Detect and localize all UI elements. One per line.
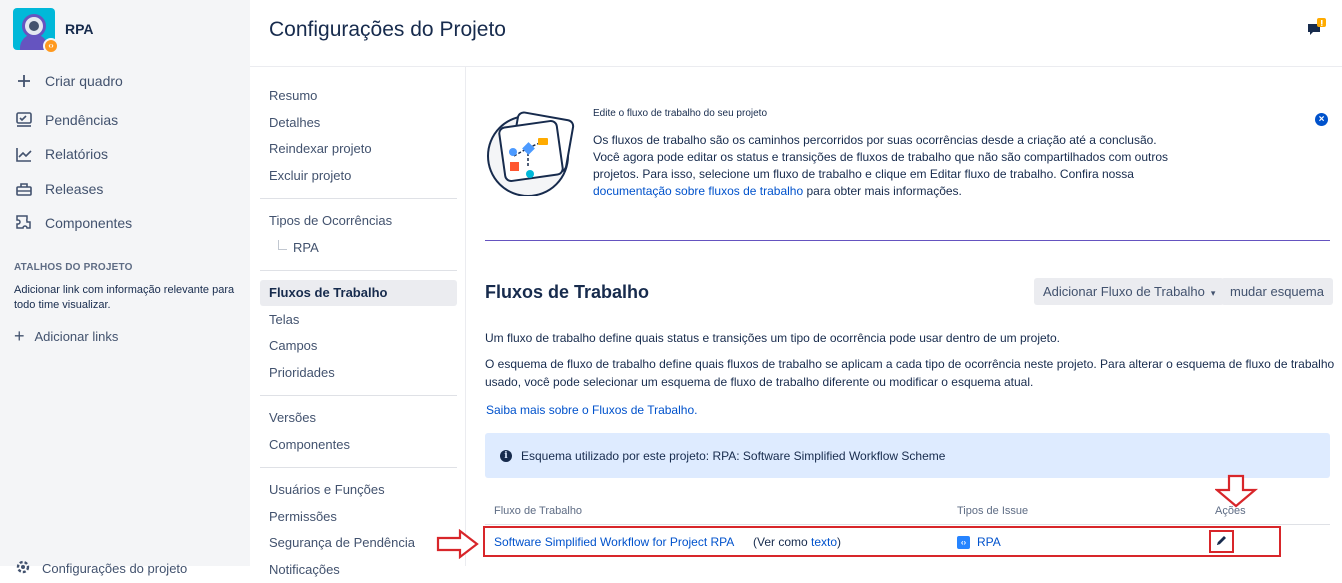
banner-text: Os fluxos de trabalho são os caminhos pe…	[593, 132, 1173, 200]
nav-label: Componentes	[45, 215, 133, 231]
ship-icon	[14, 179, 34, 199]
project-sidebar: ‹› RPA Criar quadro Pendências Relatório…	[0, 0, 250, 576]
workflow-docs-link[interactable]: documentação sobre fluxos de trabalho	[593, 184, 803, 198]
plus-icon: +	[14, 326, 25, 346]
nav-create-board[interactable]: Criar quadro	[14, 70, 123, 92]
edit-workflow-button[interactable]	[1209, 530, 1234, 553]
scheme-info-panel: i Esquema utilizado por este projeto: RP…	[485, 433, 1330, 478]
banner-divider	[485, 240, 1330, 241]
settings-nav-reindex[interactable]: Reindexar projeto	[260, 136, 457, 162]
learn-more-link[interactable]: Saiba mais sobre o Fluxos de Trabalho.	[486, 403, 697, 417]
settings-nav: Resumo Detalhes Reindexar projeto Exclui…	[260, 66, 466, 577]
backlog-icon	[14, 110, 34, 130]
code-badge-icon: ‹›	[43, 38, 59, 54]
change-scheme-button[interactable]: mudar esquema	[1221, 278, 1333, 305]
chevron-down-icon: ▾	[1210, 288, 1216, 298]
settings-nav-permissions[interactable]: Permissões	[260, 504, 457, 530]
issue-type-label: RPA	[293, 240, 319, 255]
gear-icon	[14, 558, 32, 579]
workflow-illustration-icon	[484, 108, 580, 197]
plus-icon	[14, 71, 34, 91]
banner-title: Edite o fluxo de trabalho do seu projeto	[593, 108, 768, 119]
right-arrow-icon	[436, 529, 479, 559]
nav-reports[interactable]: Relatórios	[14, 143, 108, 165]
nav-label: Pendências	[45, 112, 119, 128]
settings-nav-priorities[interactable]: Prioridades	[260, 360, 457, 386]
nav-label: Releases	[45, 181, 104, 197]
nav-label: Relatórios	[45, 146, 109, 162]
project-settings-label: Configurações do projeto	[42, 561, 188, 576]
tree-elbow	[278, 240, 287, 250]
issue-type-cell[interactable]: ‹› RPA	[957, 535, 1001, 549]
settings-nav-users-roles[interactable]: Usuários e Funções	[260, 477, 457, 503]
issue-type-label: RPA	[977, 535, 1001, 549]
settings-nav-summary[interactable]: Resumo	[260, 83, 457, 109]
add-workflow-button[interactable]: Adicionar Fluxo de Trabalho ▾	[1034, 278, 1225, 305]
settings-nav-versions[interactable]: Versões	[260, 405, 457, 431]
project-header[interactable]: ‹› RPA	[13, 8, 94, 54]
divider	[260, 467, 457, 468]
divider	[260, 395, 457, 396]
add-workflow-label: Adicionar Fluxo de Trabalho	[1043, 284, 1205, 299]
project-name: RPA	[65, 21, 94, 37]
close-icon[interactable]: ×	[1315, 113, 1328, 126]
shortcuts-title: ATALHOS DO PROJETO	[14, 262, 133, 273]
settings-nav-issue-type-rpa[interactable]: RPA	[260, 235, 457, 261]
workflow-name-link[interactable]: Software Simplified Workflow for Project…	[494, 535, 734, 549]
project-avatar: ‹›	[13, 8, 59, 54]
pencil-icon	[1215, 534, 1228, 550]
page-title: Configurações do Projeto	[269, 18, 506, 41]
info-icon: i	[500, 450, 512, 462]
nav-backlog[interactable]: Pendências	[14, 109, 118, 131]
settings-nav-notifications[interactable]: Notificações	[260, 557, 457, 583]
workflow-description: Um fluxo de trabalho define quais status…	[485, 331, 1060, 345]
divider	[260, 270, 457, 271]
column-header-issue-types: Tipos de Issue	[957, 505, 1029, 517]
view-as-text-link[interactable]: texto	[811, 535, 837, 549]
settings-nav-components[interactable]: Componentes	[260, 432, 457, 458]
table-header-divider	[485, 524, 1330, 525]
component-icon	[14, 213, 34, 233]
nav-label: Criar quadro	[45, 73, 123, 89]
settings-nav-issue-types[interactable]: Tipos de Ocorrências	[260, 208, 457, 234]
nav-releases[interactable]: Releases	[14, 178, 103, 200]
view-as-suffix: )	[837, 535, 842, 549]
shortcuts-description: Adicionar link com informação relevante …	[14, 284, 235, 311]
settings-nav-issue-security[interactable]: Segurança de Pendência	[260, 530, 457, 556]
settings-nav-delete[interactable]: Excluir projeto	[260, 163, 457, 189]
scheme-info-text: Esquema utilizado por este projeto: RPA:…	[521, 449, 946, 463]
scheme-description: O esquema de fluxo de trabalho define qu…	[485, 357, 1335, 389]
feedback-icon[interactable]	[1306, 18, 1328, 38]
settings-nav-screens[interactable]: Telas	[260, 307, 457, 333]
code-icon: ‹›	[957, 535, 970, 549]
banner-text-after: para obter mais informações.	[803, 184, 962, 198]
section-title: Fluxos de Trabalho	[485, 282, 650, 302]
column-header-workflow: Fluxo de Trabalho	[494, 505, 583, 517]
reports-icon	[14, 144, 34, 164]
settings-nav-fields[interactable]: Campos	[260, 333, 457, 359]
add-links-label: Adicionar links	[34, 328, 119, 344]
settings-nav-workflows[interactable]: Fluxos de Trabalho	[260, 280, 457, 306]
view-as-text: (Ver como texto)	[753, 535, 841, 549]
banner-text-before: Os fluxos de trabalho são os caminhos pe…	[593, 133, 1169, 181]
view-as-prefix: (Ver como	[753, 535, 812, 549]
add-links-button[interactable]: + Adicionar links	[14, 327, 118, 345]
nav-components[interactable]: Componentes	[14, 212, 132, 234]
project-settings-link[interactable]: Configurações do projeto	[14, 558, 187, 579]
down-arrow-icon	[1215, 474, 1259, 508]
divider	[260, 198, 457, 199]
settings-nav-details[interactable]: Detalhes	[260, 110, 457, 136]
